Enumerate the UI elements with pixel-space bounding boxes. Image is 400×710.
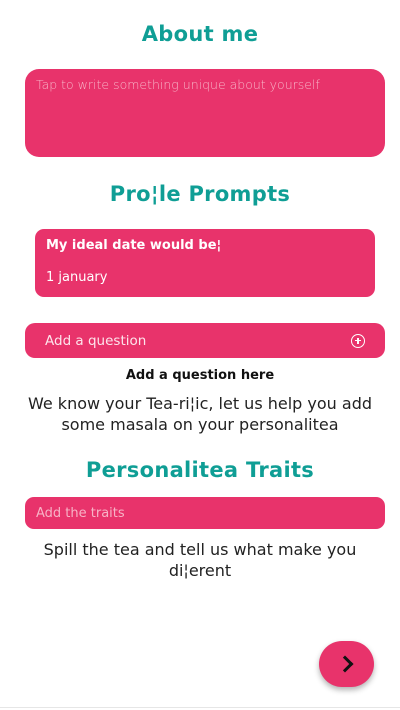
prompt-card[interactable]: My ideal date would be¦ 1 january <box>35 229 375 297</box>
prompt-answer: 1 january <box>46 270 108 285</box>
add-question-label: Add a question <box>45 332 147 349</box>
add-question-caption: Add a question here <box>125 368 275 383</box>
traits-description: Spill the tea and tell us what make you … <box>43 540 357 580</box>
chevron-right-icon <box>336 655 353 673</box>
about-me-input[interactable]: Tap to write something unique about your… <box>25 69 385 157</box>
prompt-question: My ideal date would be¦ <box>46 238 222 253</box>
bottom-divider <box>0 707 400 708</box>
traits-input[interactable]: Add the traits <box>25 497 385 529</box>
next-button[interactable] <box>319 641 374 687</box>
add-question-button[interactable]: Add a question <box>25 323 385 358</box>
traits-placeholder: Add the traits <box>36 505 125 521</box>
prompts-description: We know your Tea-ri¦ic, let us help you … <box>27 394 373 434</box>
traits-heading: Personalitea Traits <box>85 458 315 482</box>
about-me-placeholder: Tap to write something unique about your… <box>36 77 320 92</box>
plus-circle-icon <box>351 333 365 348</box>
profile-prompts-heading: Pro¦le Prompts <box>109 182 291 206</box>
about-me-heading: About me <box>141 22 259 46</box>
